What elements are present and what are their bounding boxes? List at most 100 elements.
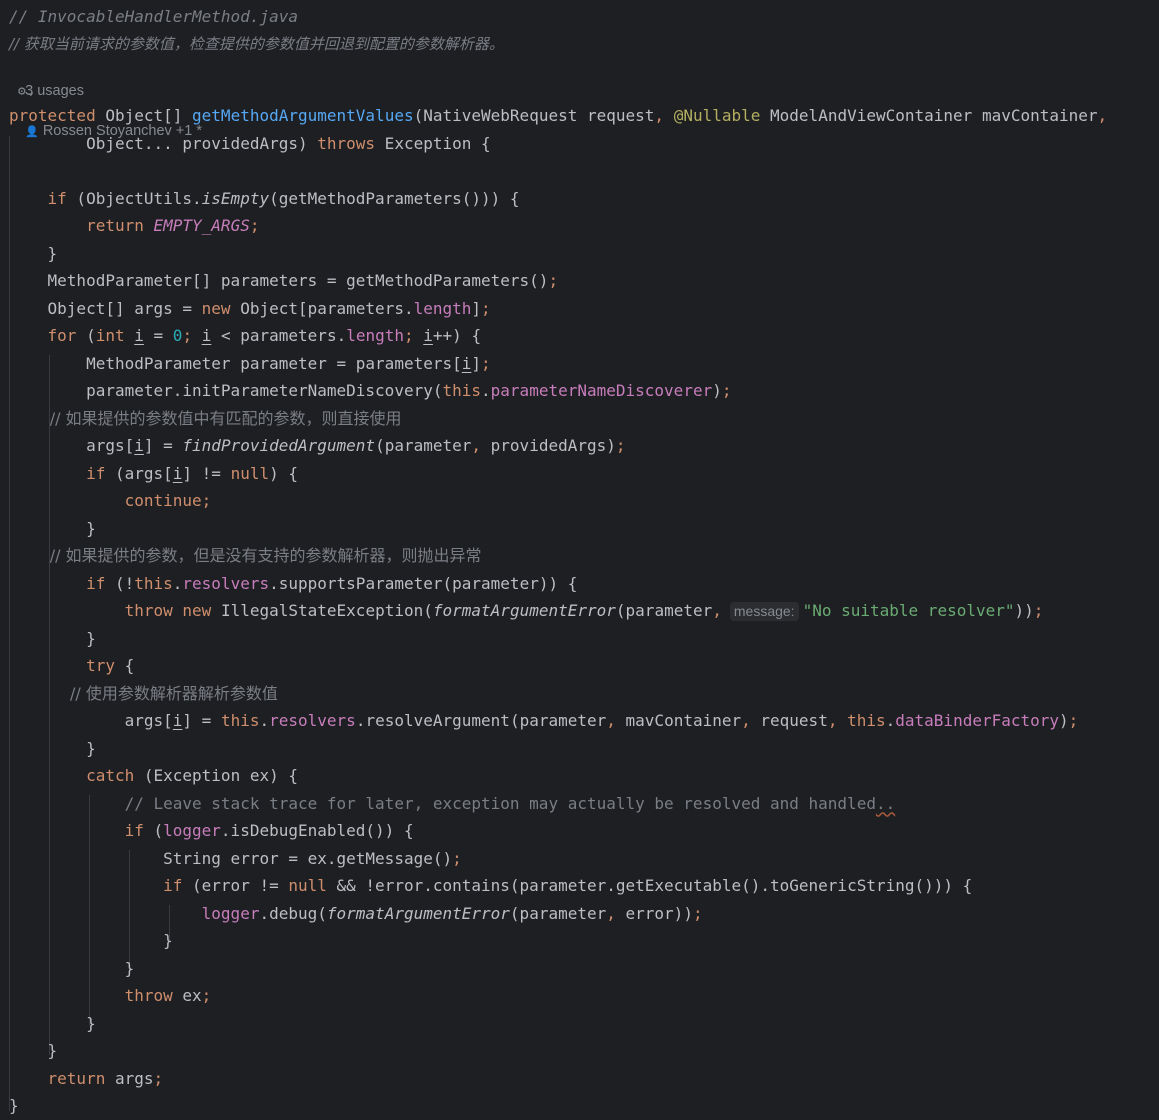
code-token: .debug(	[259, 903, 327, 923]
code-token: continue;	[124, 491, 212, 510]
code-line[interactable]: // 使用参数解析器解析参数值	[9, 682, 278, 706]
code-token: ))	[1014, 601, 1034, 620]
code-token: ;	[1068, 711, 1079, 730]
code-token: ;	[481, 298, 491, 318]
code-line[interactable]: continue;	[9, 489, 212, 513]
code-token: MethodParameter parameter = parameters[	[9, 353, 462, 373]
code-token: this	[220, 711, 260, 730]
usages-link[interactable]: 3 usages	[25, 83, 84, 99]
code-line[interactable]: parameter.initParameterNameDiscovery(thi…	[9, 379, 731, 403]
code-token: length	[413, 298, 472, 318]
code-token: "No suitable resolver"	[802, 601, 1015, 620]
code-token: ++) {	[432, 326, 482, 345]
code-token: new	[201, 298, 231, 318]
code-token: findProvidedArgument	[182, 436, 376, 455]
code-token: // 如果提供的参数值中有匹配的参数，则直接使用	[9, 408, 402, 428]
code-token: ModelAndViewContainer mavContainer	[760, 106, 1098, 125]
code-line[interactable]: args[i] = this.resolvers.resolveArgument…	[9, 709, 1079, 733]
code-token: Object[]	[95, 106, 193, 125]
code-line[interactable]: try {	[9, 654, 134, 678]
code-line[interactable]: }	[9, 517, 96, 541]
code-token: formatArgumentError	[326, 903, 510, 923]
code-line[interactable]: Object[] args = new Object[parameters.le…	[9, 297, 491, 321]
code-line[interactable]: MethodParameter parameter = parameters[i…	[9, 352, 491, 376]
code-token: ] =	[182, 711, 221, 730]
code-line[interactable]: // Leave stack trace for later, exceptio…	[9, 792, 896, 816]
code-token: args[	[9, 711, 173, 730]
code-line[interactable]: throw new IllegalStateException(formatAr…	[9, 599, 1043, 623]
code-line[interactable]: if (logger.isDebugEnabled()) {	[9, 819, 414, 843]
inlay-settings-button[interactable]: ⚙ ⌄	[18, 84, 34, 102]
code-token: ;	[249, 216, 260, 235]
code-token: try	[86, 656, 115, 675]
code-line[interactable]: }	[9, 1012, 96, 1036]
code-token: ] =	[143, 436, 183, 455]
code-line[interactable]: if (args[i] != null) {	[9, 462, 298, 486]
code-line[interactable]: String error = ex.getMessage();	[9, 847, 462, 871]
code-line[interactable]: args[i] = findProvidedArgument(parameter…	[9, 434, 625, 458]
code-token: for	[47, 326, 77, 345]
code-token: .resolveArgument(parameter	[355, 711, 607, 730]
code-token: ,	[1097, 106, 1108, 125]
code-line[interactable]: }	[9, 1039, 58, 1063]
code-line[interactable]: catch (Exception ex) {	[9, 764, 298, 788]
code-token: MethodParameter[] parameters = getMethod…	[9, 271, 549, 290]
code-token: ) {	[269, 463, 299, 483]
code-token: catch	[86, 766, 135, 785]
code-line[interactable]: return EMPTY_ARGS;	[9, 214, 259, 238]
code-token: ex	[172, 986, 202, 1005]
code-line[interactable]: for (int i = 0; i < parameters.length; i…	[9, 324, 482, 348]
code-line[interactable]: logger.debug(formatArgumentError(paramet…	[9, 902, 703, 926]
code-token: throw	[124, 601, 173, 620]
code-token: i	[134, 436, 144, 455]
code-token: parameter.initParameterNameDiscovery(	[9, 381, 443, 400]
code-line[interactable]: }	[9, 957, 135, 981]
code-line[interactable]: if (error != null && !error.contains(par…	[9, 874, 972, 898]
code-line[interactable]: }	[9, 929, 173, 953]
code-token: logger	[201, 903, 260, 923]
code-token: i	[461, 353, 472, 373]
code-line[interactable]: }	[9, 242, 58, 266]
code-token: @Nullable	[673, 106, 761, 125]
code-line[interactable]: // 如果提供的参数值中有匹配的参数，则直接使用	[9, 407, 402, 431]
code-token: ;	[692, 903, 703, 923]
code-token: }	[9, 1041, 58, 1060]
code-token: (parameter	[509, 903, 607, 923]
code-line[interactable]: Object... providedArgs) throws Exception…	[9, 132, 491, 156]
code-line[interactable]: }	[9, 1094, 19, 1118]
code-line[interactable]: }	[9, 627, 96, 651]
code-token: ,	[606, 903, 626, 923]
code-token: ]	[471, 353, 482, 373]
code-token: providedArgs)	[490, 436, 616, 455]
code-token: }	[9, 1013, 96, 1033]
code-token: parameterNameDiscoverer	[490, 381, 713, 400]
code-token: Object... providedArgs)	[9, 133, 318, 153]
code-line[interactable]: }	[9, 737, 96, 761]
code-token: (	[143, 821, 164, 840]
code-token: i	[201, 326, 212, 345]
code-token: throws	[317, 133, 376, 153]
code-token: )	[1059, 711, 1069, 730]
gear-icon: ⚙	[18, 84, 26, 99]
code-line[interactable]: throw ex;	[9, 984, 212, 1008]
code-line[interactable]: return args;	[9, 1067, 164, 1091]
code-token: args	[105, 1068, 154, 1088]
code-token: }	[9, 243, 58, 263]
code-token: if	[86, 463, 106, 483]
code-token: if	[47, 188, 67, 208]
code-line[interactable]: if (ObjectUtils.isEmpty(getMethodParamet…	[9, 187, 520, 211]
code-token: dataBinderFactory	[895, 711, 1060, 730]
code-token: ;	[182, 326, 202, 345]
code-line[interactable]: // 如果提供的参数，但是没有支持的参数解析器，则抛出异常	[9, 544, 482, 568]
code-editor[interactable]: // InvocableHandlerMethod.java // 获取当前请求…	[0, 0, 1159, 1120]
code-token: ;	[452, 848, 462, 868]
code-line[interactable]: if (!this.resolvers.supportsParameter(pa…	[9, 572, 577, 596]
code-line[interactable]: MethodParameter[] parameters = getMethod…	[9, 269, 559, 293]
code-line[interactable]: protected Object[] getMethodArgumentValu…	[9, 104, 1107, 128]
code-token: ;	[201, 986, 212, 1005]
code-token: .	[481, 381, 491, 400]
